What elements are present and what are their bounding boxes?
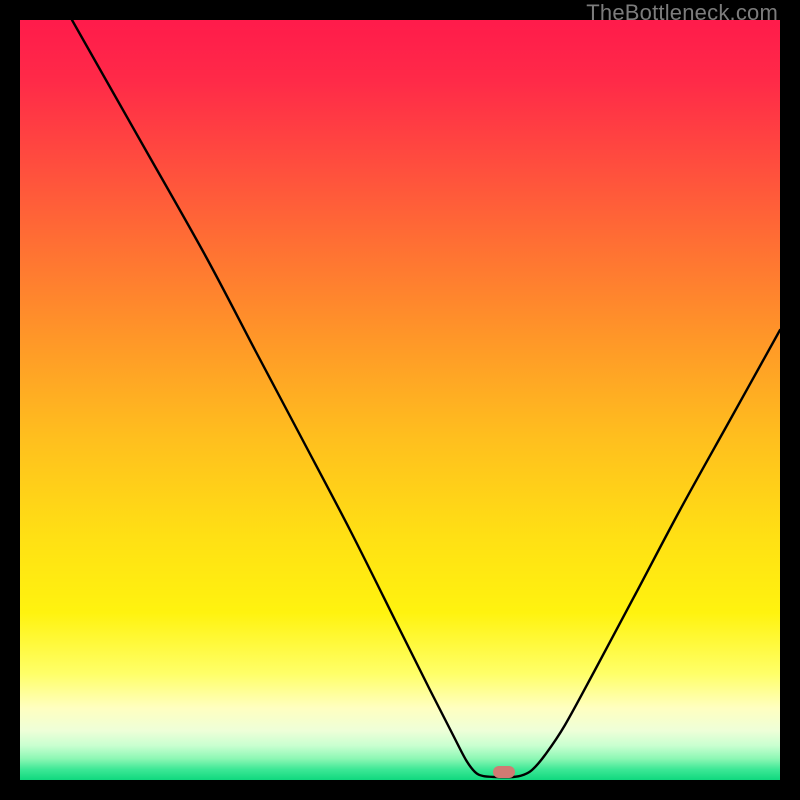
chart-frame: TheBottleneck.com — [0, 0, 800, 800]
plot-area — [20, 20, 780, 780]
optimal-point-marker — [493, 766, 515, 778]
bottleneck-curve — [20, 20, 780, 780]
watermark-text: TheBottleneck.com — [586, 0, 778, 26]
